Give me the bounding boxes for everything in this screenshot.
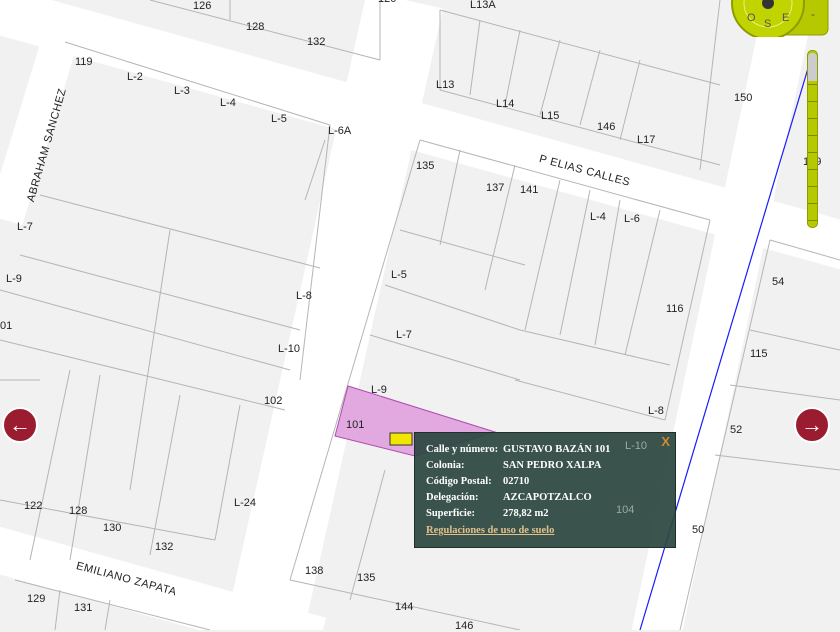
compass-east: E (782, 12, 789, 24)
lot-label: 119 (75, 56, 93, 68)
info-key: Colonia: (426, 460, 465, 471)
lot-label: 131 (74, 602, 93, 614)
lot-label: L-8 (648, 405, 664, 417)
lot-label: L-9 (371, 384, 387, 396)
lot-label: 101 (346, 419, 365, 431)
lot-label: L13 (436, 79, 455, 91)
info-value: AZCAPOTZALCO (503, 492, 592, 503)
lot-label: 129 (27, 593, 46, 605)
lot-label: L-7 (17, 221, 33, 233)
lot-label: 150 (734, 92, 753, 104)
lot-label: 128 (246, 21, 265, 33)
lot-label: L-24 (234, 497, 257, 509)
lot-label: L14 (496, 98, 515, 110)
lot-label: L-5 (271, 113, 287, 125)
lot-label: 52 (730, 424, 743, 436)
pan-left-button[interactable]: ← (2, 407, 38, 443)
lot-label: L-9 (6, 273, 22, 285)
compass-south: S (764, 18, 771, 30)
lot-label: 138 (305, 565, 324, 577)
lot-label: 146 (597, 121, 616, 133)
arrow-right-icon: → (801, 412, 823, 437)
lot-label: 141 (520, 184, 539, 196)
info-row-delegacion: Delegación: AZCAPOTZALCO (426, 492, 675, 508)
lot-label: 01 (0, 320, 13, 332)
lot-label: L-3 (174, 85, 190, 97)
compass-west: O (747, 12, 756, 24)
info-key: Delegación: (426, 492, 479, 503)
lot-label: L-10 (625, 440, 648, 452)
lot-label: 54 (772, 276, 785, 288)
land-use-regulations-link[interactable]: Regulaciones de uso de suelo (426, 525, 675, 536)
lot-label: 102 (264, 395, 283, 407)
info-row-superficie: Superficie: 278,82 m2 (426, 508, 675, 524)
lot-label: 135 (416, 160, 435, 172)
lot-label: 115 (750, 348, 768, 360)
info-key: Calle y número: (426, 444, 499, 455)
lot-label: L-5 (391, 269, 407, 281)
pan-right-button[interactable]: → (794, 407, 830, 443)
lot-label: 146 (455, 620, 474, 632)
lot-label: 126 (193, 0, 212, 12)
lot-label: L-4 (590, 211, 606, 223)
lot-label: L-7 (396, 329, 412, 341)
lot-label: L15 (541, 110, 560, 122)
lot-label: 120 (378, 0, 396, 5)
lot-label: 144 (395, 601, 414, 613)
info-key: Código Postal: (426, 476, 492, 487)
info-value: GUSTAVO BAZÁN 101 (503, 444, 611, 455)
close-popup-button[interactable]: X (661, 434, 670, 449)
info-row-postal-code: Código Postal: 02710 (426, 476, 675, 492)
lot-label: 132 (307, 36, 326, 48)
lot-label: 135 (357, 572, 376, 584)
zoom-slider-handle[interactable] (808, 53, 817, 81)
lot-label: L-8 (296, 290, 312, 302)
zoom-out-button: - (811, 7, 815, 21)
info-key: Superficie: (426, 508, 475, 519)
info-value: 02710 (503, 476, 530, 487)
lot-label: 116 (666, 303, 684, 315)
lot-label: 122 (24, 500, 43, 512)
lot-label: 137 (486, 182, 505, 194)
compass-control[interactable]: O E S - (725, 0, 840, 37)
lot-label: L-10 (278, 343, 301, 355)
lot-label: 104 (616, 504, 635, 516)
lot-label: 130 (103, 522, 122, 534)
lot-label: 132 (155, 541, 174, 553)
info-row-colonia: Colonia: SAN PEDRO XALPA (426, 460, 675, 476)
info-value: 278,82 m2 (503, 508, 549, 519)
lot-label: L-2 (127, 71, 143, 83)
lot-label: 128 (69, 505, 88, 517)
lot-label: L-6A (328, 125, 352, 137)
lot-label: L-6 (624, 213, 640, 225)
lot-label: L17 (637, 134, 656, 146)
lot-label: L13A (470, 0, 496, 11)
lot-label: 50 (692, 524, 705, 536)
zoom-slider[interactable] (807, 50, 818, 228)
info-value: SAN PEDRO XALPA (503, 460, 602, 471)
lot-label: L-4 (220, 97, 236, 109)
location-marker (389, 432, 413, 446)
arrow-left-icon: ← (9, 412, 31, 437)
